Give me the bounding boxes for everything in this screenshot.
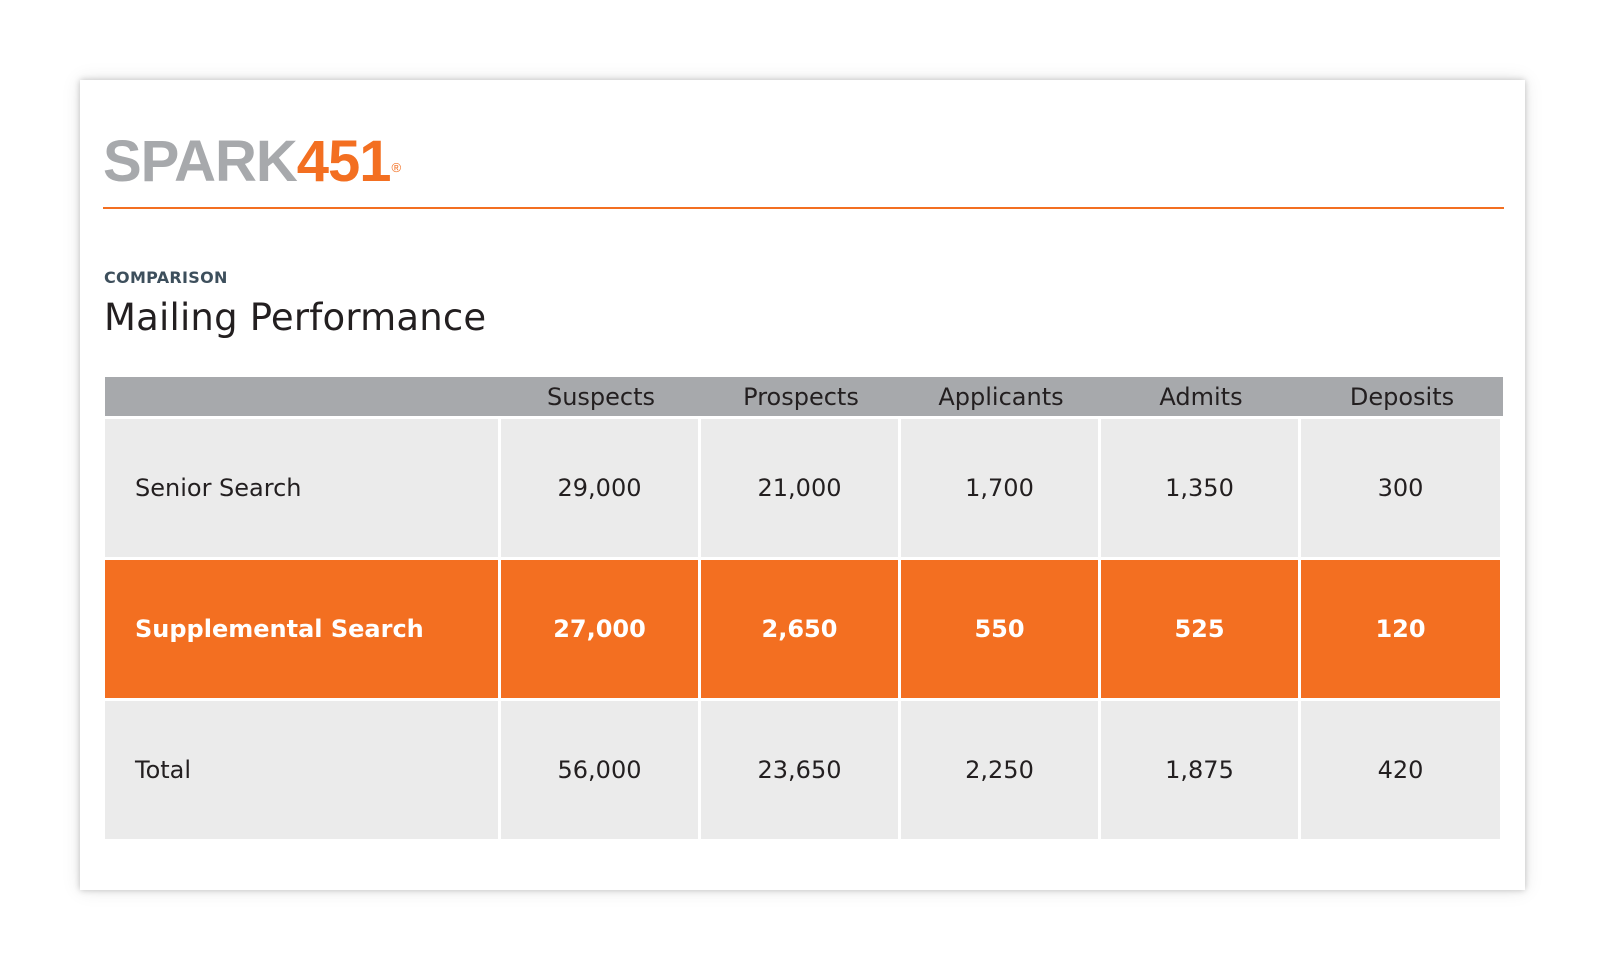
cell-admits: 1,875 (1101, 701, 1298, 839)
comparison-table: Suspects Prospects Applicants Admits Dep… (105, 377, 1503, 839)
cell-suspects: 56,000 (501, 701, 698, 839)
table-row-supplemental-search: Supplemental Search 27,000 2,650 550 525… (105, 560, 1503, 698)
cell-deposits: 420 (1301, 701, 1500, 839)
cell-prospects: 2,650 (701, 560, 898, 698)
section-eyebrow: COMPARISON (104, 268, 228, 287)
column-header-deposits: Deposits (1349, 382, 1455, 411)
column-header-suspects: Suspects (546, 382, 656, 411)
cell-applicants: 550 (901, 560, 1098, 698)
cell-prospects: 23,650 (701, 701, 898, 839)
logo-text-spark: SPARK (103, 129, 298, 194)
table-header-row: Suspects Prospects Applicants Admits Dep… (105, 377, 1503, 416)
row-label: Supplemental Search (105, 560, 498, 698)
spark451-logo: SPARK451® (103, 129, 402, 194)
table-row-total: Total 56,000 23,650 2,250 1,875 420 (105, 701, 1503, 839)
cell-suspects: 29,000 (501, 419, 698, 557)
table-row-senior-search: Senior Search 29,000 21,000 1,700 1,350 … (105, 419, 1503, 557)
page-title: Mailing Performance (104, 296, 487, 339)
column-header-applicants: Applicants (938, 382, 1064, 411)
cell-deposits: 300 (1301, 419, 1500, 557)
cell-suspects: 27,000 (501, 560, 698, 698)
column-header-prospects: Prospects (743, 382, 859, 411)
column-header-label (105, 377, 501, 416)
header-divider (103, 207, 1504, 209)
registered-mark: ® (391, 160, 402, 175)
column-header-admits: Admits (1159, 382, 1243, 411)
cell-applicants: 1,700 (901, 419, 1098, 557)
cell-admits: 525 (1101, 560, 1298, 698)
row-label: Total (105, 701, 498, 839)
cell-deposits: 120 (1301, 560, 1500, 698)
logo-text-451: 451 (296, 129, 392, 194)
cell-applicants: 2,250 (901, 701, 1098, 839)
cell-prospects: 21,000 (701, 419, 898, 557)
cell-admits: 1,350 (1101, 419, 1298, 557)
row-label: Senior Search (105, 419, 498, 557)
